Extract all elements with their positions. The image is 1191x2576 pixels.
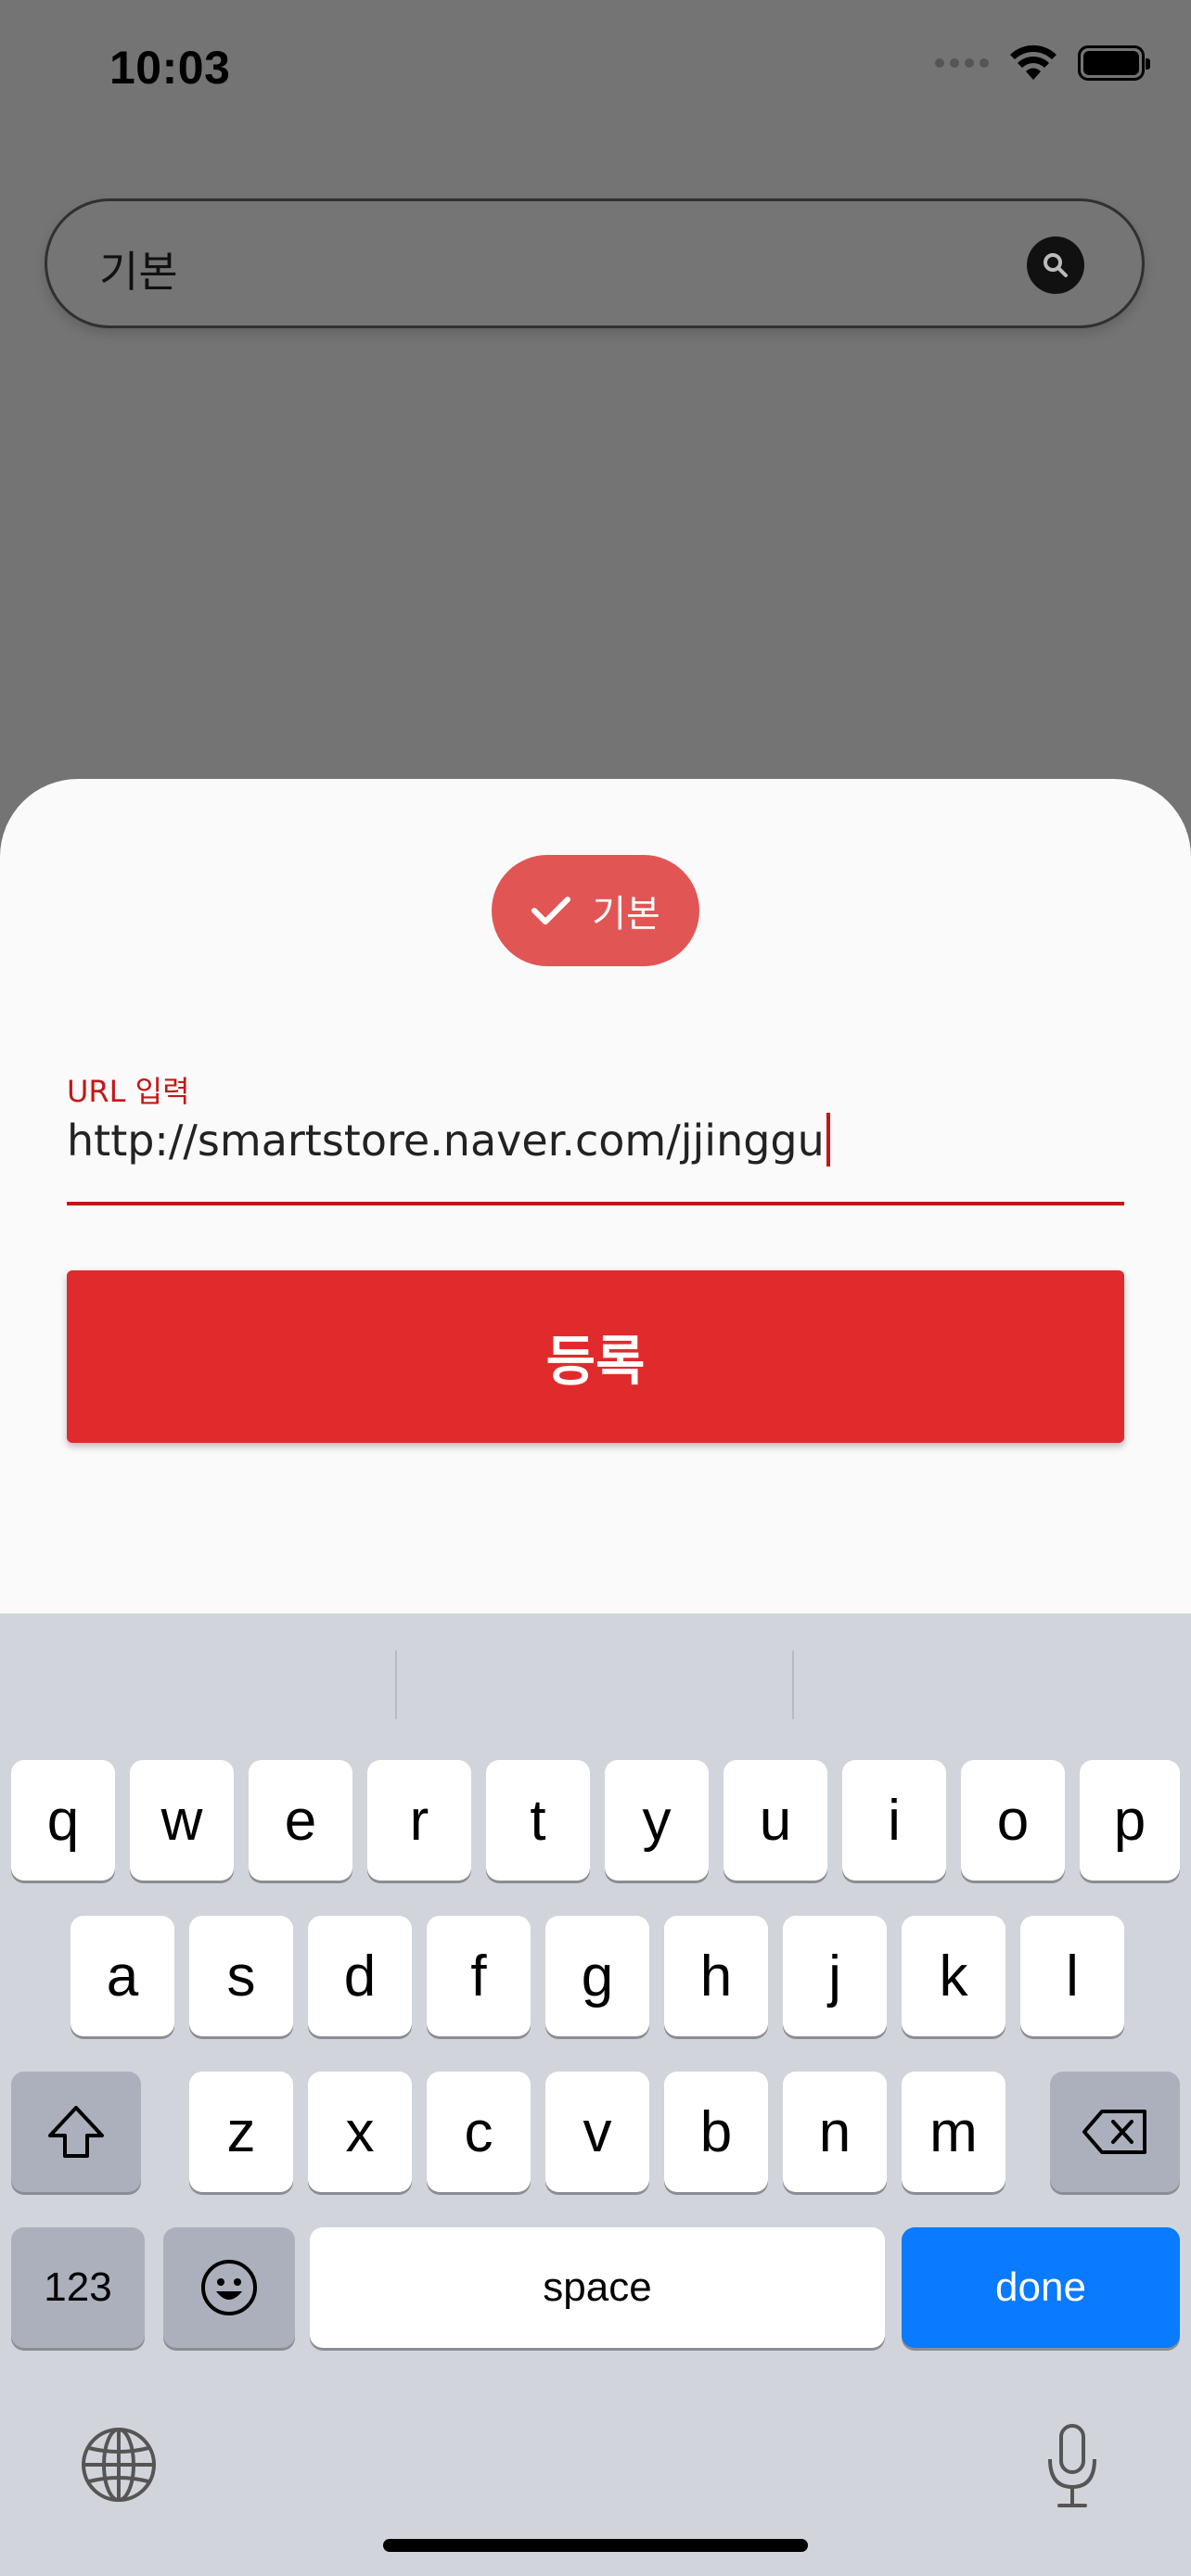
home-indicator[interactable] [383, 2539, 808, 2552]
cellular-signal-icon [935, 58, 989, 68]
key-v[interactable]: v [545, 2072, 649, 2192]
register-button[interactable]: 등록 [67, 1270, 1124, 1443]
category-chip[interactable]: 기본 [492, 855, 699, 966]
keyboard: q w e r t y u i o p a s d f g h j k l z … [0, 1613, 1191, 2576]
key-t[interactable]: t [486, 1760, 590, 1881]
key-k[interactable]: k [902, 1916, 1005, 2036]
chip-label: 기본 [592, 893, 660, 936]
search-icon[interactable] [1027, 236, 1084, 294]
backspace-icon [1082, 2110, 1146, 2154]
status-icons [935, 45, 1150, 82]
key-n[interactable]: n [783, 2072, 887, 2192]
globe-icon[interactable] [80, 2426, 158, 2504]
emoji-key[interactable] [163, 2227, 295, 2348]
key-z[interactable]: z [189, 2072, 293, 2192]
url-input-value: http://smartstore.naver.com/jjinggu [67, 1116, 825, 1166]
microphone-icon[interactable] [1044, 2422, 1100, 2511]
text-caret [826, 1113, 830, 1167]
key-x[interactable]: x [308, 2072, 412, 2192]
key-w[interactable]: w [130, 1760, 234, 1881]
key-j[interactable]: j [783, 1916, 887, 2036]
key-y[interactable]: y [605, 1760, 709, 1881]
key-g[interactable]: g [545, 1916, 649, 2036]
shift-key[interactable] [11, 2072, 141, 2192]
done-key[interactable]: done [902, 2227, 1180, 2348]
key-r[interactable]: r [367, 1760, 471, 1881]
url-input[interactable]: http://smartstore.naver.com/jjinggu [67, 1113, 1124, 1205]
key-m[interactable]: m [902, 2072, 1005, 2192]
key-l[interactable]: l [1020, 1916, 1124, 2036]
battery-icon [1078, 45, 1150, 81]
key-i[interactable]: i [842, 1760, 946, 1881]
bottom-sheet: 기본 URL 입력 http://smartstore.naver.com/jj… [0, 779, 1191, 1613]
key-f[interactable]: f [427, 1916, 531, 2036]
key-c[interactable]: c [427, 2072, 531, 2192]
space-key[interactable]: space [310, 2227, 885, 2348]
url-input-label: URL 입력 [67, 1074, 190, 1109]
shift-icon [48, 2106, 104, 2158]
key-d[interactable]: d [308, 1916, 412, 2036]
backspace-key[interactable] [1050, 2072, 1180, 2192]
emoji-icon [201, 2260, 257, 2315]
key-s[interactable]: s [189, 1916, 293, 2036]
key-a[interactable]: a [70, 1916, 174, 2036]
wifi-icon [1010, 45, 1057, 80]
numbers-key[interactable]: 123 [11, 2227, 145, 2348]
key-e[interactable]: e [249, 1760, 352, 1881]
search-bar[interactable]: 기본 [45, 198, 1145, 328]
suggestion-divider [395, 1651, 397, 1719]
status-time: 10:03 [109, 42, 231, 94]
suggestion-divider [792, 1651, 794, 1719]
key-p[interactable]: p [1080, 1760, 1180, 1881]
key-q[interactable]: q [11, 1760, 115, 1881]
key-u[interactable]: u [724, 1760, 827, 1881]
key-h[interactable]: h [664, 1916, 768, 2036]
search-text: 기본 [99, 247, 178, 297]
key-o[interactable]: o [961, 1760, 1065, 1881]
key-b[interactable]: b [664, 2072, 768, 2192]
check-icon [531, 897, 571, 925]
